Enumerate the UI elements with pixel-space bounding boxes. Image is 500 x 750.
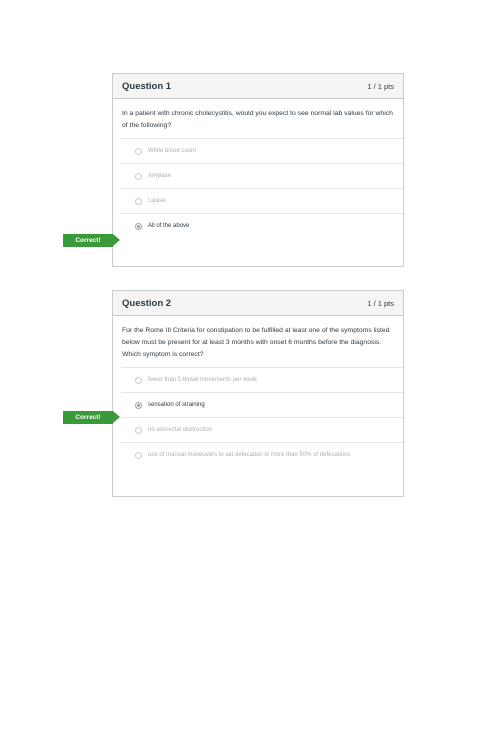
radio-button[interactable]: [135, 376, 142, 384]
answer-option[interactable]: use of manual maneuvers to aid defecatio…: [121, 442, 403, 467]
radio-button[interactable]: [135, 426, 142, 434]
question-text: In a patient with chronic cholecystitis,…: [122, 110, 393, 129]
answer-label: Amylase: [148, 173, 172, 179]
question-points: 1 / 1 pts: [367, 298, 394, 308]
answer-option[interactable]: Amylase: [121, 163, 403, 188]
question-body: For the Rome III Criteria for constipati…: [113, 316, 403, 361]
answer-option-selected[interactable]: All of the above: [121, 213, 403, 238]
radio-button[interactable]: [135, 172, 142, 180]
answer-option[interactable]: Lipase: [121, 188, 403, 213]
radio-button-selected[interactable]: [135, 401, 142, 409]
answer-label: All of the above: [148, 223, 190, 229]
question-title: Question 2: [122, 297, 172, 309]
answer-label: no anorectal obstruction: [148, 427, 213, 433]
answer-label: sensation of straining: [148, 402, 205, 408]
question-body: In a patient with chronic cholecystitis,…: [113, 99, 403, 132]
question-card-2: Question 2 1 / 1 pts For the Rome III Cr…: [112, 290, 404, 497]
radio-button-selected[interactable]: [135, 222, 142, 230]
radio-button[interactable]: [135, 197, 142, 205]
question-points: 1 / 1 pts: [367, 81, 394, 91]
answer-label: use of manual maneuvers to aid defecatio…: [148, 452, 351, 458]
question-title: Question 1: [122, 80, 172, 92]
radio-button[interactable]: [135, 147, 142, 155]
answer-option[interactable]: White blood count: [121, 138, 403, 163]
answer-option[interactable]: fewer than 5 bowel movements per week: [121, 367, 403, 392]
correct-badge: Correct!: [63, 411, 120, 424]
question-text: For the Rome III Criteria for constipati…: [122, 327, 390, 358]
correct-badge: Correct!: [63, 234, 120, 247]
answer-label: Lipase: [148, 198, 166, 204]
answer-option[interactable]: no anorectal obstruction: [121, 417, 403, 442]
radio-button[interactable]: [135, 451, 142, 459]
answer-label: fewer than 5 bowel movements per week: [148, 377, 258, 383]
answer-option-selected[interactable]: sensation of straining: [121, 392, 403, 417]
question-header: Question 2 1 / 1 pts: [113, 291, 403, 316]
question-header: Question 1 1 / 1 pts: [113, 74, 403, 99]
question-card-1: Question 1 1 / 1 pts In a patient with c…: [112, 73, 404, 267]
answer-label: White blood count: [148, 148, 197, 154]
